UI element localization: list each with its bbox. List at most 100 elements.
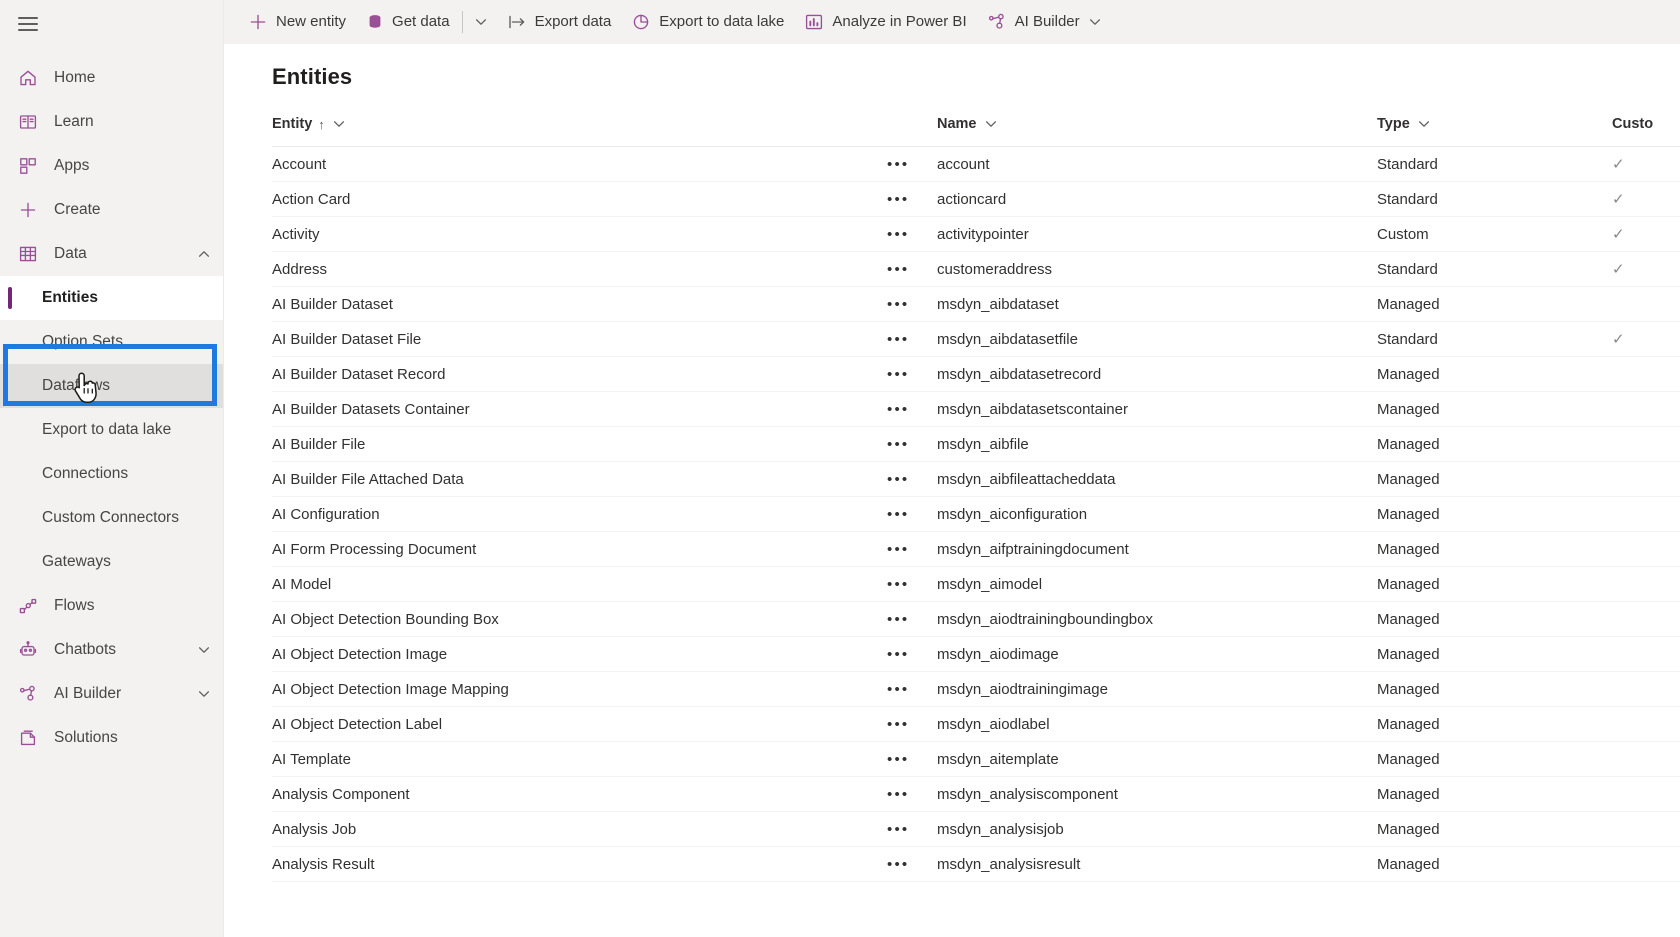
sidebar-item-chatbots[interactable]: Chatbots	[0, 628, 223, 672]
command-get-data[interactable]: Get data	[356, 0, 460, 44]
ellipsis-icon[interactable]: •••	[887, 716, 909, 733]
column-chevron-down-icon[interactable]	[332, 117, 346, 131]
row-overflow-menu-button[interactable]: •••	[887, 846, 937, 882]
sidebar-item-export-to-data-lake[interactable]: Export to data lake	[0, 408, 223, 452]
ellipsis-icon[interactable]: •••	[887, 856, 909, 873]
ellipsis-icon[interactable]: •••	[887, 821, 909, 838]
cell-entity-display-name[interactable]: AI Object Detection Image Mapping	[272, 671, 887, 707]
cell-entity-display-name[interactable]: AI Builder Dataset Record	[272, 356, 887, 392]
sidebar-item-connections[interactable]: Connections	[0, 452, 223, 496]
row-overflow-menu-button[interactable]: •••	[887, 181, 937, 217]
ellipsis-icon[interactable]: •••	[887, 436, 909, 453]
row-overflow-menu-button[interactable]: •••	[887, 636, 937, 672]
ellipsis-icon[interactable]: •••	[887, 681, 909, 698]
cell-entity-display-name[interactable]: Address	[272, 251, 887, 287]
row-overflow-menu-button[interactable]: •••	[887, 216, 937, 252]
table-row[interactable]: AI Configuration ••• msdyn_aiconfiguration…	[272, 496, 1680, 532]
command-export-to-data-lake[interactable]: Export to data lake	[621, 0, 794, 44]
cell-entity-display-name[interactable]: AI Template	[272, 741, 887, 777]
ellipsis-icon[interactable]: •••	[887, 366, 909, 383]
get-data-chevron-down-icon[interactable]	[465, 0, 497, 44]
table-row[interactable]: AI Object Detection Image Mapping ••• msdy…	[272, 671, 1680, 707]
table-row[interactable]: AI Builder File ••• msdyn_aibfile Managed	[272, 426, 1680, 462]
ellipsis-icon[interactable]: •••	[887, 261, 909, 278]
row-overflow-menu-button[interactable]: •••	[887, 601, 937, 637]
cell-entity-display-name[interactable]: AI Object Detection Image	[272, 636, 887, 672]
cell-entity-display-name[interactable]: AI Builder Dataset	[272, 286, 887, 322]
sidebar-item-create[interactable]: Create	[0, 188, 223, 232]
row-overflow-menu-button[interactable]: •••	[887, 321, 937, 357]
sidebar-item-dataflows[interactable]: Dataflows	[0, 364, 223, 408]
row-overflow-menu-button[interactable]: •••	[887, 776, 937, 812]
ellipsis-icon[interactable]: •••	[887, 541, 909, 558]
table-row[interactable]: AI Object Detection Image ••• msdyn_aiodim…	[272, 636, 1680, 672]
chevron-down-icon[interactable]	[197, 687, 211, 701]
column-header-entity[interactable]: Entity ↑	[272, 116, 887, 147]
table-row[interactable]: Analysis Component ••• msdyn_analysiscompo…	[272, 776, 1680, 812]
row-overflow-menu-button[interactable]: •••	[887, 461, 937, 497]
column-header-custom[interactable]: Custo	[1612, 116, 1680, 147]
command-ai-builder[interactable]: AI Builder	[977, 0, 1112, 44]
command-new-entity[interactable]: New entity	[238, 0, 356, 44]
sidebar-item-flows[interactable]: Flows	[0, 584, 223, 628]
ellipsis-icon[interactable]: •••	[887, 646, 909, 663]
column-header-type[interactable]: Type	[1377, 116, 1612, 147]
sidebar-item-custom-connectors[interactable]: Custom Connectors	[0, 496, 223, 540]
sidebar-item-home[interactable]: Home	[0, 56, 223, 100]
row-overflow-menu-button[interactable]: •••	[887, 251, 937, 287]
cell-entity-display-name[interactable]: AI Form Processing Document	[272, 531, 887, 567]
ellipsis-icon[interactable]: •••	[887, 401, 909, 418]
row-overflow-menu-button[interactable]: •••	[887, 741, 937, 777]
row-overflow-menu-button[interactable]: •••	[887, 391, 937, 427]
ellipsis-icon[interactable]: •••	[887, 751, 909, 768]
row-overflow-menu-button[interactable]: •••	[887, 811, 937, 847]
ellipsis-icon[interactable]: •••	[887, 471, 909, 488]
chevron-up-icon[interactable]	[197, 247, 211, 261]
row-overflow-menu-button[interactable]: •••	[887, 566, 937, 602]
row-overflow-menu-button[interactable]: •••	[887, 531, 937, 567]
table-row[interactable]: Analysis Job ••• msdyn_analysisjob Managed	[272, 811, 1680, 847]
cell-entity-display-name[interactable]: AI Object Detection Bounding Box	[272, 601, 887, 637]
command-analyze-in-power-bi[interactable]: Analyze in Power BI	[794, 0, 976, 44]
ellipsis-icon[interactable]: •••	[887, 576, 909, 593]
row-overflow-menu-button[interactable]: •••	[887, 146, 937, 182]
command-export-data[interactable]: Export data	[497, 0, 622, 44]
ellipsis-icon[interactable]: •••	[887, 331, 909, 348]
column-chevron-down-icon[interactable]	[984, 117, 998, 131]
row-overflow-menu-button[interactable]: •••	[887, 286, 937, 322]
cell-entity-display-name[interactable]: AI Builder Dataset File	[272, 321, 887, 357]
ellipsis-icon[interactable]: •••	[887, 786, 909, 803]
row-overflow-menu-button[interactable]: •••	[887, 426, 937, 462]
table-row[interactable]: Action Card ••• actioncard Standard ✓	[272, 181, 1680, 217]
sidebar-item-entities[interactable]: Entities	[0, 276, 223, 320]
cell-entity-display-name[interactable]: Analysis Component	[272, 776, 887, 812]
row-overflow-menu-button[interactable]: •••	[887, 496, 937, 532]
ellipsis-icon[interactable]: •••	[887, 506, 909, 523]
chevron-down-icon[interactable]	[1088, 15, 1102, 29]
cell-entity-display-name[interactable]: Account	[272, 146, 887, 182]
table-row[interactable]: Address ••• customeraddress Standard ✓	[272, 251, 1680, 287]
table-row[interactable]: AI Builder Dataset ••• msdyn_aibdataset Man…	[272, 286, 1680, 322]
sidebar-item-learn[interactable]: Learn	[0, 100, 223, 144]
table-row[interactable]: AI Builder Dataset Record ••• msdyn_aibdat…	[272, 356, 1680, 392]
cell-entity-display-name[interactable]: AI Builder File	[272, 426, 887, 462]
table-row[interactable]: AI Form Processing Document ••• msdyn_aifp…	[272, 531, 1680, 567]
table-row[interactable]: Analysis Result ••• msdyn_analysisresult Ma…	[272, 846, 1680, 882]
table-row[interactable]: AI Object Detection Bounding Box ••• msdyn…	[272, 601, 1680, 637]
cell-entity-display-name[interactable]: Analysis Result	[272, 846, 887, 882]
cell-entity-display-name[interactable]: AI Configuration	[272, 496, 887, 532]
sidebar-item-ai-builder[interactable]: AI Builder	[0, 672, 223, 716]
ellipsis-icon[interactable]: •••	[887, 156, 909, 173]
row-overflow-menu-button[interactable]: •••	[887, 671, 937, 707]
cell-entity-display-name[interactable]: Activity	[272, 216, 887, 252]
table-row[interactable]: Activity ••• activitypointer Custom ✓	[272, 216, 1680, 252]
table-row[interactable]: AI Object Detection Label ••• msdyn_aiodla…	[272, 706, 1680, 742]
ellipsis-icon[interactable]: •••	[887, 226, 909, 243]
ellipsis-icon[interactable]: •••	[887, 296, 909, 313]
cell-entity-display-name[interactable]: AI Object Detection Label	[272, 706, 887, 742]
sidebar-item-apps[interactable]: Apps	[0, 144, 223, 188]
sidebar-item-gateways[interactable]: Gateways	[0, 540, 223, 584]
cell-entity-display-name[interactable]: Analysis Job	[272, 811, 887, 847]
table-row[interactable]: AI Builder File Attached Data ••• msdyn_ai…	[272, 461, 1680, 497]
table-row[interactable]: AI Builder Dataset File ••• msdyn_aibdatas…	[272, 321, 1680, 357]
